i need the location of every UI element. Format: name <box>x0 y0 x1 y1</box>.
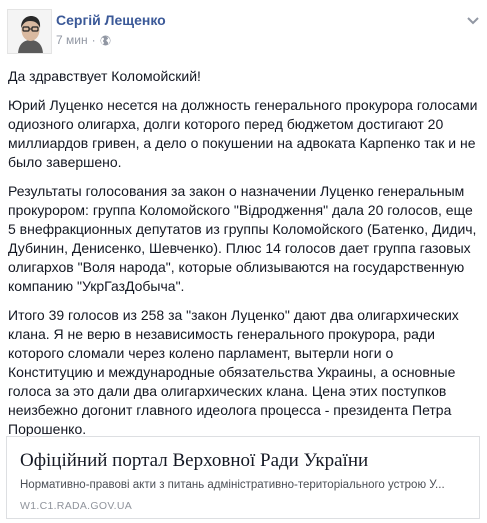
post-paragraph: Юрий Луценко несется на должность генера… <box>8 97 478 170</box>
post-body: Да здравствует Коломойский! Юрий Луценко… <box>8 67 479 449</box>
link-title[interactable]: Офіційний портал Верховної Ради України <box>20 450 368 472</box>
link-preview-card[interactable]: Офіційний портал Верховної Ради України … <box>6 436 480 519</box>
meta-separator: · <box>91 33 96 47</box>
link-description: Нормативно-правові акти з питань адмініс… <box>20 479 445 491</box>
link-domain: W1.C1.RADA.GOV.UA <box>20 500 133 512</box>
avatar[interactable] <box>7 9 52 54</box>
post-paragraph: Результаты голосования за закон о назнач… <box>8 183 477 294</box>
post-paragraph: Да здравствует Коломойский! <box>8 68 201 84</box>
post-meta: 7 мин · <box>56 33 111 47</box>
globe-icon[interactable] <box>100 35 111 46</box>
author-name[interactable]: Сергій Лещенко <box>56 12 166 28</box>
chevron-down-icon[interactable] <box>466 13 480 25</box>
post-header: Сергій Лещенко 7 мин · <box>7 9 480 55</box>
post-timestamp[interactable]: 7 мин <box>56 33 88 47</box>
post-paragraph: Итого 39 голосов из 258 за "закон Луценк… <box>8 307 459 437</box>
